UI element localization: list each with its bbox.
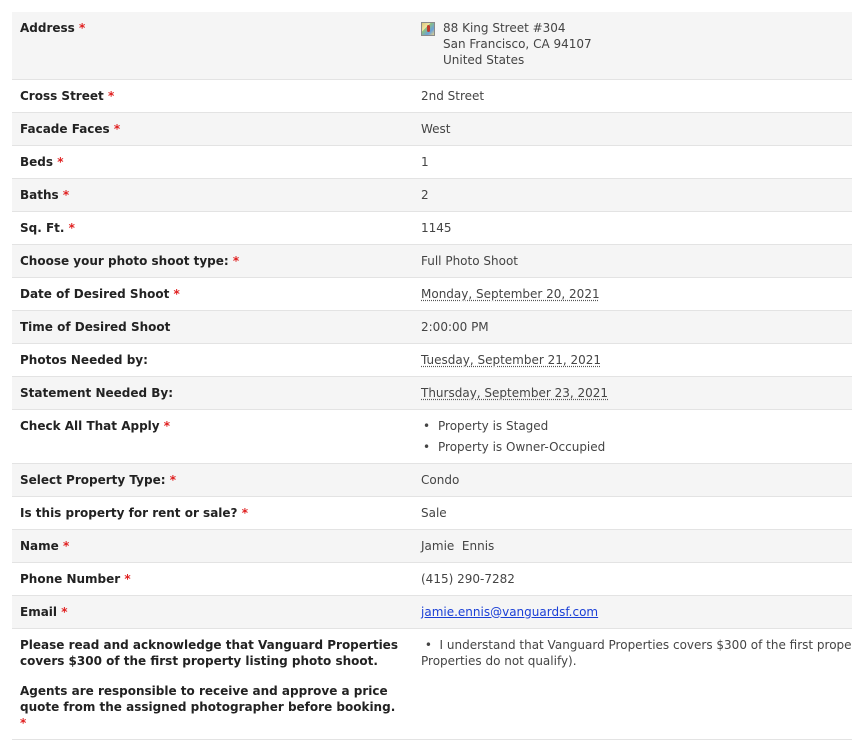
required-asterisk: * bbox=[62, 187, 70, 202]
address-line-3: United States bbox=[443, 53, 525, 67]
row-beds: Beds * 1 bbox=[12, 145, 852, 178]
field-label-check-all: Check All That Apply bbox=[20, 418, 160, 433]
field-label-photos-needed-by: Photos Needed by: bbox=[20, 352, 148, 367]
required-asterisk: * bbox=[173, 286, 180, 301]
field-value-beds: 1 bbox=[421, 154, 429, 169]
field-label-cross-street: Cross Street bbox=[20, 88, 104, 103]
entry-details-panel: Address * 88 King Street #304 San Franci… bbox=[12, 12, 852, 740]
field-label-name: Name bbox=[20, 538, 59, 553]
required-asterisk: * bbox=[113, 121, 121, 136]
field-label-photo-shoot-type: Choose your photo shoot type: bbox=[20, 253, 229, 268]
row-time-of-desired-shoot: Time of Desired Shoot 2:00:00 PM bbox=[12, 310, 852, 343]
required-asterisk: * bbox=[241, 505, 248, 520]
row-name: Name * Jamie Ennis bbox=[12, 529, 852, 562]
address-line-2: San Francisco, CA 94107 bbox=[443, 37, 592, 51]
field-label-sq-ft: Sq. Ft. bbox=[20, 220, 65, 235]
row-rent-or-sale: Is this property for rent or sale? * Sal… bbox=[12, 496, 852, 529]
address-line-1: 88 King Street #304 bbox=[443, 21, 566, 35]
acknowledge-value-line-2: Properties do not qualify). bbox=[421, 653, 577, 668]
required-asterisk: * bbox=[163, 418, 171, 433]
row-photo-shoot-type: Choose your photo shoot type: * Full Pho… bbox=[12, 244, 852, 277]
list-item: Property is Owner-Occupied bbox=[421, 439, 844, 455]
field-value-time-of-desired-shoot: 2:00:00 PM bbox=[421, 319, 489, 334]
required-asterisk: * bbox=[107, 88, 115, 103]
acknowledge-text-2: Agents are responsible to receive and ap… bbox=[20, 683, 396, 714]
row-property-type: Select Property Type: * Condo bbox=[12, 463, 852, 496]
required-asterisk: * bbox=[57, 154, 64, 169]
required-asterisk: * bbox=[61, 604, 68, 619]
row-acknowledge: Please read and acknowledge that Vanguar… bbox=[12, 628, 852, 739]
required-asterisk: * bbox=[232, 253, 240, 268]
field-label-facade-faces: Facade Faces bbox=[20, 121, 110, 136]
field-value-facade-faces: West bbox=[421, 121, 451, 136]
field-value-baths: 2 bbox=[421, 187, 429, 202]
field-value-phone-number: (415) 290-7282 bbox=[421, 571, 515, 586]
row-check-all-that-apply: Check All That Apply * Property is Stage… bbox=[12, 409, 852, 463]
row-statement-needed-by: Statement Needed By: Thursday, September… bbox=[12, 376, 852, 409]
acknowledge-value-line-1: I understand that Vanguard Properties co… bbox=[439, 637, 852, 652]
row-date-of-desired-shoot: Date of Desired Shoot * Monday, Septembe… bbox=[12, 277, 852, 310]
required-asterisk: * bbox=[20, 715, 27, 730]
field-value-photos-needed-by: Tuesday, September 21, 2021 bbox=[421, 352, 602, 367]
address-value: 88 King Street #304 San Francisco, CA 94… bbox=[421, 20, 844, 68]
bullet-icon: • bbox=[421, 637, 440, 652]
field-label-date-of-desired-shoot: Date of Desired Shoot bbox=[20, 286, 170, 301]
acknowledge-text-1: Please read and acknowledge that Vanguar… bbox=[20, 637, 398, 668]
field-value-property-type: Condo bbox=[421, 472, 460, 487]
required-asterisk: * bbox=[79, 21, 86, 35]
field-label-statement-needed-by: Statement Needed By: bbox=[20, 385, 174, 400]
map-icon[interactable] bbox=[421, 22, 435, 36]
field-value-name: Jamie Ennis bbox=[421, 538, 495, 553]
field-value-sq-ft: 1145 bbox=[421, 220, 452, 235]
row-facade-faces: Facade Faces * West bbox=[12, 112, 852, 145]
field-label-beds: Beds bbox=[20, 154, 54, 169]
required-asterisk: * bbox=[169, 472, 176, 487]
row-cross-street: Cross Street * 2nd Street bbox=[12, 79, 852, 112]
field-value-date-of-desired-shoot: Monday, September 20, 2021 bbox=[421, 286, 600, 301]
field-label-email: Email bbox=[20, 604, 58, 619]
row-photos-needed-by: Photos Needed by: Tuesday, September 21,… bbox=[12, 343, 852, 376]
required-asterisk: * bbox=[124, 571, 131, 586]
field-label-rent-or-sale: Is this property for rent or sale? bbox=[20, 505, 238, 520]
row-baths: Baths * 2 bbox=[12, 178, 852, 211]
required-asterisk: * bbox=[62, 538, 70, 553]
list-item: Property is Staged bbox=[421, 418, 844, 434]
row-address: Address * 88 King Street #304 San Franci… bbox=[12, 12, 852, 79]
field-label-address: Address bbox=[20, 21, 75, 35]
field-label-property-type: Select Property Type: bbox=[20, 472, 166, 487]
field-label-time-of-desired-shoot: Time of Desired Shoot bbox=[20, 319, 171, 334]
field-value-statement-needed-by: Thursday, September 23, 2021 bbox=[421, 385, 609, 400]
check-all-list: Property is Staged Property is Owner-Occ… bbox=[421, 418, 844, 455]
field-label-baths: Baths bbox=[20, 187, 59, 202]
field-value-rent-or-sale: Sale bbox=[421, 505, 447, 520]
field-value-photo-shoot-type: Full Photo Shoot bbox=[421, 253, 518, 268]
field-label-phone-number: Phone Number bbox=[20, 571, 121, 586]
row-email: Email * jamie.ennis@vanguardsf.com bbox=[12, 595, 852, 628]
field-value-cross-street: 2nd Street bbox=[421, 88, 485, 103]
required-asterisk: * bbox=[68, 220, 75, 235]
entry-details-table: Address * 88 King Street #304 San Franci… bbox=[12, 12, 852, 740]
row-phone-number: Phone Number * (415) 290-7282 bbox=[12, 562, 852, 595]
row-sq-ft: Sq. Ft. * 1145 bbox=[12, 211, 852, 244]
email-link[interactable]: jamie.ennis@vanguardsf.com bbox=[421, 605, 598, 619]
